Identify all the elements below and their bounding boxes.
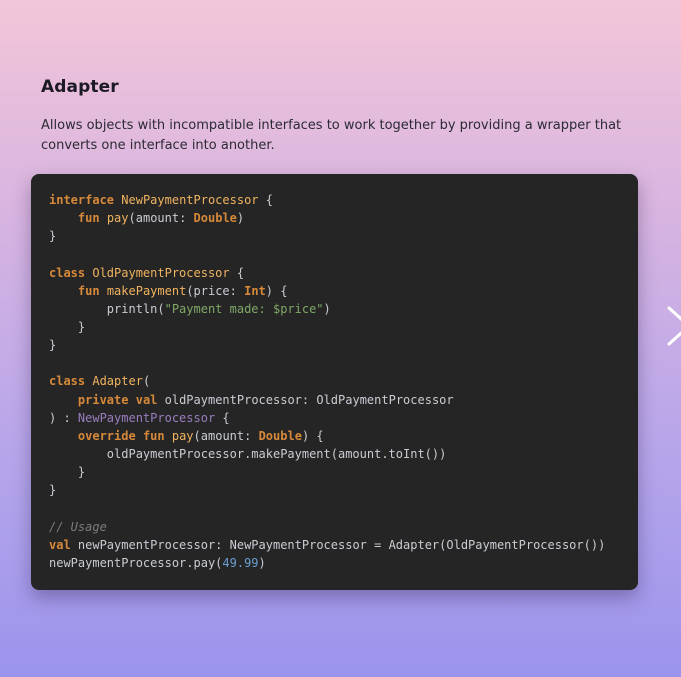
code-token: class <box>49 374 86 389</box>
code-token: val <box>135 392 158 407</box>
code-line: override fun pay(amount: Double) { <box>49 427 605 445</box>
code-token: (price: <box>186 283 245 298</box>
code-token: ) { <box>265 283 288 298</box>
code-token: } <box>49 338 57 353</box>
code-token: ) : <box>49 410 78 425</box>
code-token: { <box>258 193 273 207</box>
code-token: NewPaymentProcessor <box>121 193 259 207</box>
code-line: } <box>49 463 605 481</box>
code-token: private <box>77 392 129 407</box>
pattern-description: Allows objects with incompatible interfa… <box>41 118 622 153</box>
code-token: println( <box>49 301 165 316</box>
code-token: pay <box>171 428 194 443</box>
code-token: (amount: <box>193 428 259 443</box>
code-token: "Payment made: $price" <box>164 301 324 316</box>
code-line: println("Payment made: $price") <box>49 300 605 318</box>
code-line: } <box>49 227 605 245</box>
code-line: class Adapter( <box>49 372 605 390</box>
code-token: class <box>49 265 86 280</box>
code-line: // Usage <box>49 518 605 536</box>
code-line: val newPaymentProcessor: NewPaymentProce… <box>49 536 605 554</box>
code-token: ( <box>142 374 151 389</box>
code-token: Double <box>258 428 302 443</box>
code-token: newPaymentProcessor.pay( <box>49 555 223 570</box>
code-line: private val oldPaymentProcessor: OldPaym… <box>49 391 605 409</box>
code-token: 49.99 <box>222 555 259 570</box>
code-token: NewPaymentProcessor <box>77 410 216 425</box>
code-line: fun pay(amount: Double) <box>49 209 605 227</box>
code-token: { <box>229 265 245 280</box>
pattern-title: Adapter <box>41 77 119 97</box>
code-line: oldPaymentProcessor.makePayment(amount.t… <box>49 445 605 463</box>
code-token: interface <box>49 193 115 207</box>
code-token: ) <box>236 211 245 226</box>
code-token: { <box>215 410 230 425</box>
code-token: Int <box>244 283 266 298</box>
code-token: } <box>49 483 57 498</box>
code-line: } <box>49 481 605 499</box>
code-token: override <box>77 428 136 443</box>
code-token: fun <box>77 211 100 226</box>
code-token: // Usage <box>49 519 107 534</box>
code-token: oldPaymentProcessor.makePayment(amount.t… <box>49 446 447 461</box>
code-token: } <box>49 465 86 480</box>
code-block: interface NewPaymentProcessor { fun pay(… <box>49 191 605 572</box>
code-token: makePayment <box>106 283 187 298</box>
code-line: class OldPaymentProcessor { <box>49 264 605 282</box>
code-token: fun <box>142 428 165 443</box>
code-token: ) { <box>301 428 324 443</box>
code-token: ) <box>323 301 331 316</box>
code-line: } <box>49 318 605 336</box>
code-line: } <box>49 336 605 354</box>
next-slide-button[interactable] <box>665 302 681 350</box>
code-token: val <box>49 537 71 552</box>
chevron-right-icon <box>667 306 681 346</box>
code-token: Double <box>193 211 237 226</box>
code-token: } <box>49 319 86 334</box>
code-token: ) <box>258 555 266 570</box>
code-line: newPaymentProcessor.pay(49.99) <box>49 554 605 572</box>
code-token: pay <box>106 211 129 226</box>
code-line: ) : NewPaymentProcessor { <box>49 409 605 427</box>
code-token: } <box>49 229 57 244</box>
code-line: fun makePayment(price: Int) { <box>49 282 605 300</box>
code-token: fun <box>77 283 100 298</box>
code-token: OldPaymentProcessor <box>92 265 230 280</box>
code-token: Adapter <box>92 374 143 389</box>
code-card: interface NewPaymentProcessor { fun pay(… <box>31 174 638 590</box>
code-token: oldPaymentProcessor: OldPaymentProcessor <box>157 392 454 407</box>
code-token: newPaymentProcessor: NewPaymentProcessor… <box>70 537 606 552</box>
code-line: interface NewPaymentProcessor { <box>49 191 605 209</box>
code-token: (amount: <box>128 211 194 226</box>
